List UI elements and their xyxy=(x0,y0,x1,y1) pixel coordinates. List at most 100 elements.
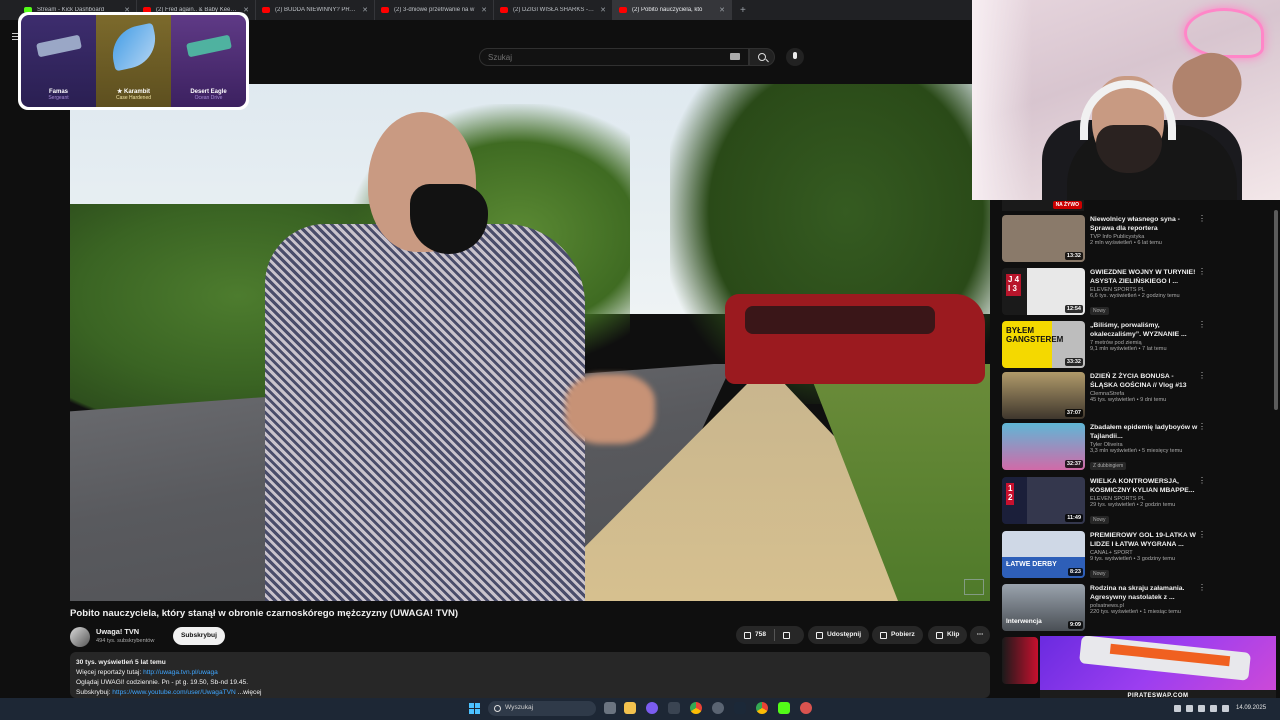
skin-card: Famas Sergeant xyxy=(21,15,96,107)
related-video-item[interactable]: 13:32 Niewolnicy własnego syna - Sprawa … xyxy=(1002,215,1212,263)
close-tab-icon[interactable]: ✕ xyxy=(481,6,487,14)
scrollbar[interactable] xyxy=(1274,210,1278,410)
video-description[interactable]: 30 tys. wyświetleń 5 lat temu Więcej rep… xyxy=(70,652,990,698)
streamer-webcam xyxy=(972,0,1280,200)
skin-cards: Famas Sergeant ★ Karambit Case Hardened … xyxy=(21,15,246,107)
task-view-icon[interactable] xyxy=(604,702,616,714)
network-icon[interactable] xyxy=(1198,705,1205,712)
live-badge: NA ŻYWO xyxy=(1052,201,1082,209)
video-frame-person xyxy=(265,224,585,601)
channel-name[interactable]: Uwaga! TVN xyxy=(96,627,139,636)
chrome-icon[interactable] xyxy=(756,702,768,714)
related-thumbnail[interactable]: BYŁEM GANGSTEREM 33:32 xyxy=(1002,321,1085,368)
battery-icon[interactable] xyxy=(1222,705,1229,712)
more-options-icon[interactable]: ⋮ xyxy=(1198,321,1206,329)
more-icon: ⋯ xyxy=(976,631,984,638)
app-icon[interactable] xyxy=(646,702,658,714)
related-thumbnail[interactable]: ŁATWE DERBY 8:23 xyxy=(1002,531,1085,578)
tray-chevron-icon[interactable] xyxy=(1174,705,1181,712)
related-title[interactable]: Rodzina na skraju załamania. Agresywny n… xyxy=(1090,584,1202,602)
related-video-item[interactable]: BYŁEM GANGSTEREM 33:32 „Biliśmy, porwaliś… xyxy=(1002,321,1212,369)
steam-icon[interactable] xyxy=(734,702,746,714)
more-options-icon[interactable]: ⋮ xyxy=(1198,584,1206,592)
related-title[interactable]: GWIEZDNE WOJNY W TURYNIE! ASYSTA ZIELIŃS… xyxy=(1090,268,1202,286)
tray-app-icon[interactable] xyxy=(1186,705,1193,712)
taskbar-search[interactable]: Wyszukaj xyxy=(488,701,596,716)
related-thumbnail[interactable]: J 4I 3 12:54 xyxy=(1002,268,1085,315)
more-options-icon[interactable]: ⋮ xyxy=(1198,423,1206,431)
search-button[interactable] xyxy=(749,48,775,66)
related-video-item[interactable]: ŁATWE DERBY 8:23 PREMIEROWY GOL 19-LATKA… xyxy=(1002,531,1212,579)
thumbnail-text: Interwencja xyxy=(1006,618,1042,625)
channel-link[interactable]: https://www.youtube.com/user/UwagaTVN xyxy=(112,689,236,696)
related-thumbnail[interactable]: 13:32 xyxy=(1002,215,1085,262)
live-thumbnail-strip[interactable]: NA ŻYWO xyxy=(1002,200,1084,211)
skin-drop-overlay: Famas Sergeant ★ Karambit Case Hardened … xyxy=(18,12,249,110)
related-title[interactable]: „Biliśmy, porwaliśmy, okaleczaliśmy”. WY… xyxy=(1090,321,1202,339)
voice-search-button[interactable] xyxy=(786,48,804,66)
show-more-link[interactable]: ...więcej xyxy=(238,689,262,696)
related-title[interactable]: DZIEŃ Z ŻYCIA BONUSA - ŚLĄSKA GOŚCINA //… xyxy=(1090,372,1202,390)
more-options-icon[interactable]: ⋮ xyxy=(1198,215,1206,223)
chrome-icon[interactable] xyxy=(690,702,702,714)
related-video-item[interactable]: 37:07 DZIEŃ Z ŻYCIA BONUSA - ŚLĄSKA GOŚC… xyxy=(1002,372,1212,420)
divider xyxy=(774,629,776,641)
related-video-item[interactable]: J 4I 3 12:54 GWIEZDNE WOJNY W TURYNIE! A… xyxy=(1002,268,1212,316)
download-button[interactable]: Pobierz xyxy=(872,626,923,644)
browser-tab-active[interactable]: (2) Pobito nauczyciela, któ ✕ xyxy=(613,0,732,20)
related-title[interactable]: WIELKA KONTROWERSJA, KOSMICZNY KYLIAN MB… xyxy=(1090,477,1202,495)
app-icon[interactable] xyxy=(800,702,812,714)
related-video-item[interactable]: Interwencja 9:09 Rodzina na skraju załam… xyxy=(1002,584,1212,632)
new-tab-button[interactable]: + xyxy=(740,5,746,16)
obs-icon[interactable] xyxy=(712,702,724,714)
duration-badge: 8:23 xyxy=(1067,568,1083,576)
browser-tab[interactable]: (2) DZIGI WISŁA SHARKS - O K ✕ xyxy=(494,0,613,20)
more-actions-button[interactable]: ⋯ xyxy=(970,626,990,644)
related-thumbnail[interactable] xyxy=(1002,637,1038,684)
related-video-item[interactable] xyxy=(1002,637,1042,685)
more-options-icon[interactable]: ⋮ xyxy=(1198,372,1206,380)
close-tab-icon[interactable]: ✕ xyxy=(600,6,606,14)
browser-tab[interactable]: (2) 3-dniowe przetrwanie na w ✕ xyxy=(375,0,494,20)
volume-icon[interactable] xyxy=(1210,705,1217,712)
keyboard-icon[interactable] xyxy=(730,53,740,60)
related-thumbnail[interactable]: 12 11:49 xyxy=(1002,477,1085,524)
duration-badge: 12:54 xyxy=(1064,305,1083,313)
app-icon[interactable] xyxy=(668,702,680,714)
more-options-icon[interactable]: ⋮ xyxy=(1198,268,1206,276)
thumbs-up-icon[interactable] xyxy=(744,631,751,639)
more-options-icon[interactable]: ⋮ xyxy=(1198,531,1206,539)
close-tab-icon[interactable]: ✕ xyxy=(362,6,368,14)
close-tab-icon[interactable]: ✕ xyxy=(719,6,725,14)
subscribe-button[interactable]: Subskrybuj xyxy=(173,627,225,645)
kick-icon[interactable] xyxy=(778,702,790,714)
share-button[interactable]: Udostępnij xyxy=(808,626,870,644)
related-title[interactable]: Niewolnicy własnego syna - Sprawa dla re… xyxy=(1090,215,1202,233)
windows-start-icon[interactable] xyxy=(469,703,480,714)
thumbs-down-icon[interactable] xyxy=(783,631,791,639)
related-video-item[interactable]: 32:37 Zbadałem epidemię ladyboyów w Tajl… xyxy=(1002,423,1212,471)
related-thumbnail[interactable]: 32:37 xyxy=(1002,423,1085,470)
related-thumbnail[interactable]: 37:07 xyxy=(1002,372,1085,419)
thumbnail-score: J 4I 3 xyxy=(1006,274,1022,296)
video-player[interactable] xyxy=(70,84,990,601)
duration-badge: 33:32 xyxy=(1064,358,1083,366)
related-meta: Niewolnicy własnego syna - Sprawa dla re… xyxy=(1090,215,1202,246)
like-count[interactable]: 758 xyxy=(755,626,766,644)
new-badge: Nowy xyxy=(1090,516,1109,525)
channel-avatar[interactable] xyxy=(70,627,90,647)
clip-button[interactable]: Klip xyxy=(928,626,968,644)
file-explorer-icon[interactable] xyxy=(624,702,636,714)
uwaga-link[interactable]: http://uwaga.tvn.pl/uwaga xyxy=(143,669,218,676)
related-stats: 29 tys. wyświetleń • 2 godzin temu xyxy=(1090,502,1176,509)
browser-tab[interactable]: (2) BUDDA NIEWINNY? PRZEŚ ✕ xyxy=(256,0,375,20)
more-options-icon[interactable]: ⋮ xyxy=(1198,477,1206,485)
related-video-item[interactable]: 12 11:49 WIELKA KONTROWERSJA, KOSMICZNY … xyxy=(1002,477,1212,525)
skin-card: Desert Eagle Ocean Drive xyxy=(171,15,246,107)
related-thumbnail[interactable]: Interwencja 9:09 xyxy=(1002,584,1085,631)
taskbar-date[interactable]: 14.09.2025 xyxy=(1236,705,1266,711)
rifle-icon xyxy=(35,34,82,58)
search-input[interactable]: Szukaj xyxy=(479,48,749,66)
related-title[interactable]: Zbadałem epidemię ladyboyów w Tajlandii.… xyxy=(1090,423,1202,441)
related-title[interactable]: PREMIEROWY GOL 19-LATKA W LIDZE I ŁATWA … xyxy=(1090,531,1202,549)
